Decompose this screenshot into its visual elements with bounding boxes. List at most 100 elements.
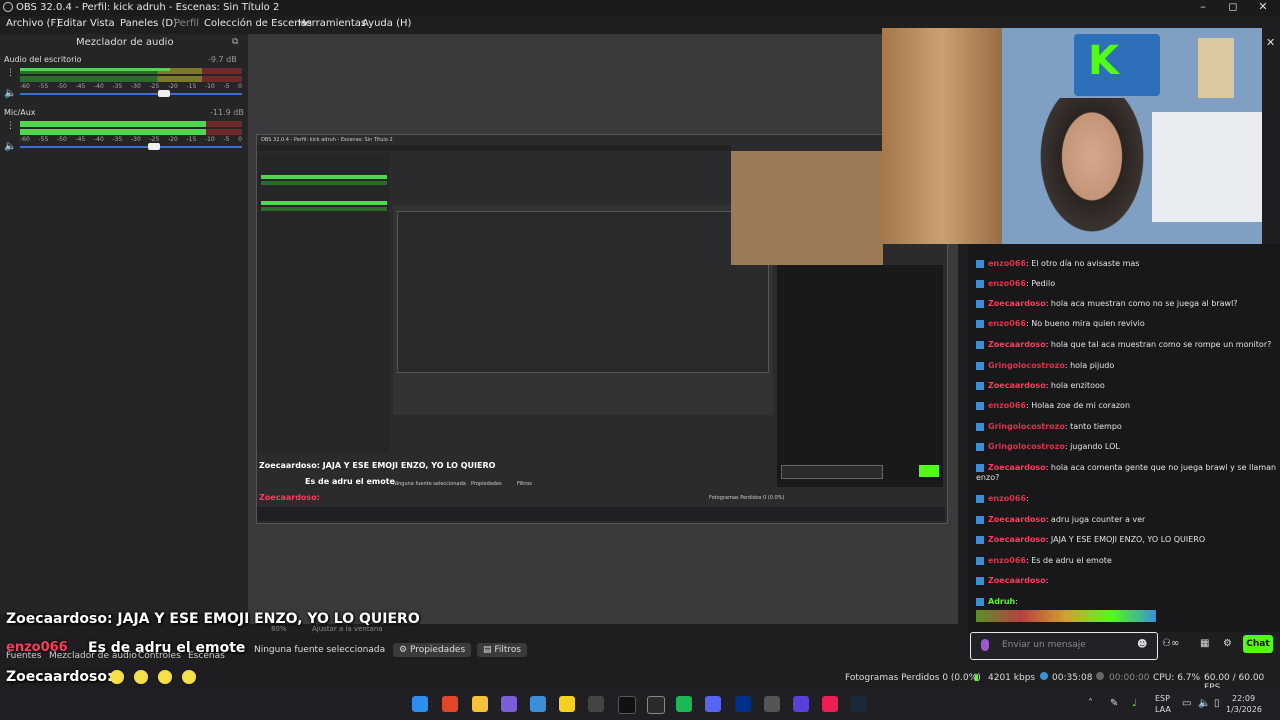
undock-icon[interactable]: ⧉ [232, 37, 238, 47]
clock-date[interactable]: 1/3/2026 [1226, 705, 1262, 714]
gift-icon[interactable]: ▦ [1200, 638, 1209, 649]
volume-slider[interactable] [20, 146, 242, 148]
badge-icon [976, 597, 984, 606]
record-time: 00:00:00 [1109, 673, 1150, 683]
app-icon[interactable] [705, 696, 721, 712]
nested-chat-input [781, 465, 883, 479]
emote-row[interactable] [976, 610, 1156, 622]
badge-icon [976, 340, 984, 349]
store-icon[interactable] [530, 696, 546, 712]
chat-username[interactable]: Zoecaardoso [988, 515, 1046, 524]
nested-no-source: Ninguna fuente seleccionada [393, 481, 466, 487]
app-icon[interactable] [764, 696, 780, 712]
tab-audio-mixer[interactable]: Mezclador de audio [49, 651, 137, 661]
chat-users-icon[interactable]: ⚇∞ [1162, 638, 1179, 649]
chat-message: Zoecaardoso: hola enzitooo [976, 381, 1276, 390]
chat-text: : hola que tal aca muestran como se romp… [1045, 340, 1272, 349]
pen-icon[interactable]: ✎ [1110, 698, 1118, 709]
zoom-level[interactable]: 80% [271, 625, 287, 633]
close-icon[interactable]: ✕ [1266, 36, 1275, 49]
capcut-icon[interactable] [588, 696, 604, 712]
menu-file[interactable]: Archivo (F) [6, 18, 60, 29]
chat-username[interactable]: Zoecaardoso [988, 299, 1046, 308]
chat-message: Adruh: [976, 597, 1276, 606]
signal-icon: ▮ [974, 673, 979, 683]
chat-username[interactable]: Zoecaardoso [988, 340, 1046, 349]
chat-text: : El otro día no avisaste mas [1025, 259, 1140, 268]
chat-text: : Es de adru el emote [1025, 556, 1112, 565]
chat-username[interactable]: enzo066 [988, 259, 1026, 268]
channel-name: Mic/Aux [4, 108, 36, 117]
menu-tools[interactable]: Herramientas [298, 18, 366, 29]
chat-username[interactable]: enzo066 [988, 556, 1026, 565]
chat-username[interactable]: enzo066 [988, 494, 1026, 503]
chat-send-button[interactable]: Chat [1243, 635, 1273, 653]
chat-username[interactable]: enzo066 [988, 401, 1026, 410]
playstation-icon[interactable] [735, 696, 751, 712]
menu-edit[interactable]: Editar [57, 18, 87, 29]
emoji-icon[interactable]: ☻ [1137, 639, 1147, 650]
chat-username[interactable]: Zoecaardoso [988, 463, 1046, 472]
chat-text: : hola aca muestran como no se juega al … [1045, 299, 1238, 308]
volume-slider-handle[interactable] [158, 90, 170, 97]
menu-scene-collection[interactable]: Colección de Escenas [204, 18, 312, 29]
channel-menu-icon[interactable]: ⋮ [6, 121, 15, 131]
spotify-icon[interactable] [676, 696, 692, 712]
app-icon[interactable] [793, 696, 809, 712]
speaker-icon[interactable]: 🔈 [4, 141, 16, 152]
chat-username[interactable]: Zoecaardoso [988, 576, 1046, 585]
fit-window-button[interactable]: Ajustar a la ventana [312, 625, 383, 633]
volume-icon[interactable]: 🔈 [1198, 698, 1210, 709]
chat-input-box[interactable]: Enviar un mensaje ☻ [970, 632, 1158, 660]
menu-help[interactable]: Ayuda (H) [362, 18, 411, 29]
chat-username[interactable]: Zoecaardoso [988, 381, 1046, 390]
chat-username[interactable]: enzo066 [988, 279, 1026, 288]
lang-indicator[interactable]: ESP [1155, 694, 1170, 703]
steam-icon[interactable] [851, 696, 867, 712]
volume-slider-handle[interactable] [148, 143, 160, 150]
chat-username[interactable]: Gringolocostrozo [988, 361, 1065, 370]
tiktok-live-icon[interactable] [822, 696, 838, 712]
badge-icon [976, 279, 984, 288]
chat-username[interactable]: Gringolocostrozo [988, 422, 1065, 431]
volume-slider[interactable] [20, 93, 242, 95]
maximize-button[interactable]: ◻ [1218, 0, 1248, 16]
mic-icon[interactable]: ♩ [1132, 698, 1137, 709]
file-explorer-icon[interactable] [472, 696, 488, 712]
nested-preview-inner [397, 211, 769, 373]
channel-menu-icon[interactable]: ⋮ [6, 68, 15, 78]
chat-username[interactable]: Zoecaardoso [988, 535, 1046, 544]
minimize-button[interactable]: – [1188, 0, 1218, 16]
app-icon[interactable] [559, 696, 575, 712]
tray-chevron-icon[interactable]: ˄ [1088, 698, 1093, 709]
stream-status-icon [1040, 672, 1048, 680]
clock-time[interactable]: 22:09 [1232, 694, 1255, 703]
brave-icon[interactable] [442, 696, 458, 712]
tiktok-icon[interactable] [618, 696, 636, 714]
title-bar: OBS 32.0.4 - Perfil: kick adruh - Escena… [0, 0, 1280, 16]
nested-meter [261, 201, 387, 205]
audio-mixer-panel: Mezclador de audio ⧉ Audio del escritori… [0, 34, 248, 614]
menu-view[interactable]: Vista [90, 18, 115, 29]
tab-controls[interactable]: Controles [138, 651, 181, 661]
filters-button[interactable]: ▤ Filtros [477, 643, 528, 657]
tab-sources[interactable]: Fuentes [6, 651, 41, 661]
discord-icon[interactable] [501, 696, 517, 712]
obs-icon[interactable] [647, 696, 665, 714]
battery-icon[interactable]: ▯ [1214, 698, 1220, 709]
properties-button[interactable]: ⚙ Propiedades [393, 643, 472, 657]
settings-icon[interactable]: ⚙ [1223, 638, 1232, 649]
chat-username[interactable]: Gringolocostrozo [988, 442, 1065, 451]
chat-username[interactable]: Adruh [988, 597, 1015, 606]
tab-scenes[interactable]: Escenas [188, 651, 225, 661]
chat-username[interactable]: enzo066 [988, 319, 1026, 328]
nested-chat-button [919, 465, 939, 477]
nested-taskbar [257, 507, 945, 521]
speaker-icon[interactable]: 🔈 [4, 88, 16, 99]
windows-start-icon[interactable] [412, 696, 428, 712]
menu-docks[interactable]: Paneles (D) [120, 18, 177, 29]
monitor-icon[interactable]: ▭ [1182, 698, 1191, 709]
close-button[interactable]: ✕ [1248, 0, 1278, 16]
menu-profile[interactable]: Perfil [174, 18, 199, 29]
webcam-feed: K [882, 28, 1262, 244]
